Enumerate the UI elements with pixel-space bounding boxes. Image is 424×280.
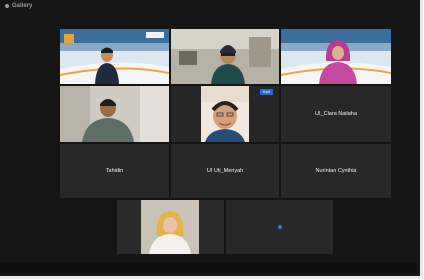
participant-video-3 xyxy=(281,29,391,84)
participant-tile-11[interactable] xyxy=(226,200,333,254)
camera-off-icon xyxy=(277,225,282,229)
participant-tile-5[interactable]: Host xyxy=(171,86,279,142)
participant-video-2 xyxy=(171,29,279,84)
participant-name: Tahidin xyxy=(105,168,124,174)
participant-video-1 xyxy=(60,29,169,84)
screenshot-stage: Gallery Host UI_Clara Nailaha Tahidin UI… xyxy=(0,0,424,280)
participant-video-4 xyxy=(60,86,169,142)
meeting-window: Gallery Host UI_Clara Nailaha Tahidin UI… xyxy=(0,0,423,279)
participant-tile-10[interactable] xyxy=(117,200,224,254)
participant-tile-1[interactable] xyxy=(60,29,169,84)
view-label-text: Gallery xyxy=(12,3,33,9)
participant-tile-4[interactable] xyxy=(60,86,169,142)
participant-tile-3[interactable] xyxy=(281,29,391,84)
view-icon xyxy=(5,4,9,8)
view-label[interactable]: Gallery xyxy=(5,3,32,9)
participant-name: Nurintan Cynthia xyxy=(315,168,357,174)
participant-tile-7[interactable]: Tahidin xyxy=(60,144,169,198)
participant-video-10 xyxy=(117,200,224,254)
participant-name: UI Uti_Meriyah xyxy=(206,168,244,174)
host-badge: Host xyxy=(259,89,273,95)
participant-tile-8[interactable]: UI Uti_Meriyah xyxy=(171,144,279,198)
participant-name: UI_Clara Nailaha xyxy=(315,111,357,117)
participant-tile-6[interactable]: UI_Clara Nailaha xyxy=(281,86,391,142)
meeting-toolbar xyxy=(0,263,417,273)
participant-tile-2[interactable] xyxy=(171,29,279,84)
participant-tile-9[interactable]: Nurintan Cynthia xyxy=(281,144,391,198)
